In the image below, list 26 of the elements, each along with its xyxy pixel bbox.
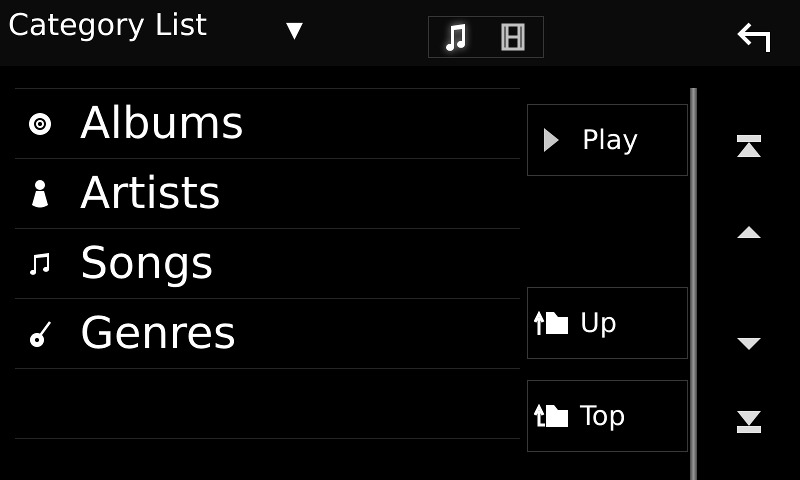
top-button[interactable]: Top [527, 380, 688, 452]
disc-icon [28, 112, 52, 136]
person-icon [30, 178, 50, 208]
up-button[interactable]: Up [527, 287, 688, 359]
music-note-icon [445, 22, 468, 52]
guitar-icon [27, 318, 53, 348]
category-item[interactable]: Artists [15, 159, 520, 229]
film-icon [500, 22, 526, 52]
scroll-bottom-icon[interactable] [736, 410, 762, 434]
category-item[interactable]: Songs [15, 229, 520, 299]
category-label: Songs [80, 238, 214, 289]
category-label: Albums [80, 98, 244, 149]
category-label: Artists [80, 168, 221, 219]
back-icon[interactable] [736, 20, 772, 54]
play-icon [542, 126, 560, 154]
scrollbar[interactable] [690, 88, 697, 480]
dropdown-arrow[interactable]: ▼ [286, 18, 303, 43]
screen-title: Category List [8, 8, 208, 43]
folder-top-icon [534, 403, 570, 429]
scroll-top-icon[interactable] [736, 134, 762, 158]
play-button[interactable]: Play [527, 104, 688, 176]
category-item[interactable]: Genres [15, 299, 520, 369]
category-item[interactable]: Albums [15, 89, 520, 159]
category-label: Genres [80, 308, 236, 359]
folder-up-icon [534, 310, 570, 336]
music-note-icon [29, 252, 51, 276]
